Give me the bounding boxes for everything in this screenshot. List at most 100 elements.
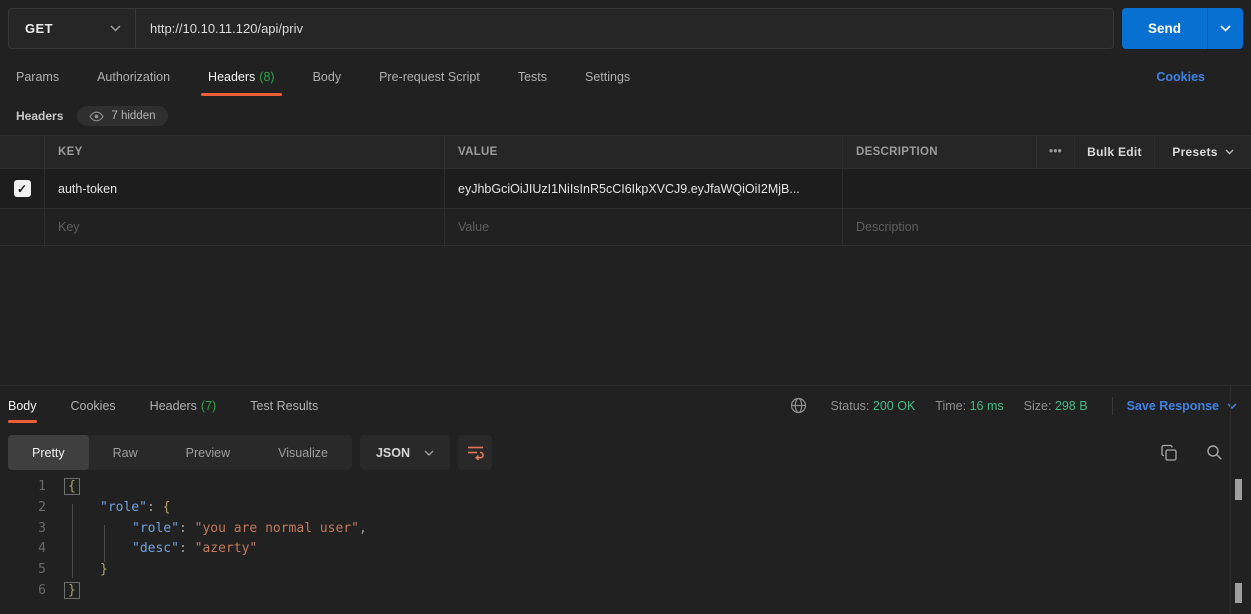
- column-value: VALUE: [445, 136, 843, 168]
- row-checkbox-cell: [0, 169, 45, 208]
- wrap-lines-icon: [467, 445, 484, 460]
- tab-headers[interactable]: Headers (8): [208, 70, 275, 84]
- copy-icon[interactable]: [1160, 444, 1178, 462]
- view-mode-switcher: Pretty Raw Preview Visualize: [8, 435, 352, 470]
- code-line: 4 "desc": "azerty": [0, 539, 1251, 560]
- method-selector[interactable]: GET: [9, 9, 136, 48]
- chevron-down-icon: [1227, 403, 1237, 409]
- code-line: 1 {: [0, 477, 1251, 498]
- scrollbar-track: [1230, 385, 1231, 614]
- save-response-button[interactable]: Save Response: [1127, 399, 1237, 413]
- status-value: 200 OK: [873, 399, 915, 413]
- chevron-down-icon: [110, 25, 121, 32]
- size-value: 298 B: [1055, 399, 1088, 413]
- view-mode-raw[interactable]: Raw: [89, 435, 162, 470]
- code-line: 2 "role": {: [0, 498, 1251, 519]
- status-badge: Status: 200 OK: [831, 399, 916, 413]
- time-label: Time:: [935, 399, 966, 413]
- scrollbar-thumb[interactable]: [1235, 479, 1242, 500]
- json-string-value: "you are normal user": [195, 521, 359, 536]
- tab-headers-label: Headers: [208, 70, 255, 84]
- json-string-value: "azerty": [195, 541, 258, 556]
- line-number: 6: [0, 581, 46, 602]
- tab-settings[interactable]: Settings: [585, 70, 630, 84]
- response-body-json[interactable]: 1 { 2 "role": { 3 "role": "you are norma…: [0, 470, 1251, 609]
- hidden-headers-toggle[interactable]: 7 hidden: [77, 106, 167, 126]
- fold-toggle[interactable]: {: [64, 478, 80, 495]
- header-checkbox-cell: [0, 136, 45, 168]
- view-mode-pretty[interactable]: Pretty: [8, 435, 89, 470]
- response-tab-test-results[interactable]: Test Results: [250, 399, 318, 413]
- presets-label: Presets: [1172, 145, 1217, 159]
- table-header-row: KEY VALUE DESCRIPTION ••• Bulk Edit Pres…: [0, 136, 1251, 169]
- tab-prerequest-script[interactable]: Pre-request Script: [379, 70, 480, 84]
- headers-section-title: Headers: [16, 109, 63, 123]
- scrollbar-thumb[interactable]: [1235, 583, 1242, 603]
- send-button[interactable]: Send: [1122, 8, 1207, 49]
- row-value[interactable]: eyJhbGciOiJIUzI1NiIsInR5cCI6IkpXVCJ9.eyJ…: [445, 169, 843, 208]
- fold-toggle[interactable]: }: [64, 582, 80, 599]
- column-description: DESCRIPTION: [843, 136, 1037, 168]
- send-button-group: Send: [1122, 8, 1243, 49]
- json-key: "role": [100, 500, 147, 515]
- url-bar: GET: [8, 8, 1114, 49]
- code-line: 6 }: [0, 581, 1251, 602]
- cookies-link[interactable]: Cookies: [1156, 70, 1205, 84]
- code-line: 3 "role": "you are normal user",: [0, 519, 1251, 540]
- table-row-empty: Key Value Description: [0, 209, 1251, 246]
- size-badge: Size: 298 B: [1024, 399, 1088, 413]
- hidden-headers-label: 7 hidden: [111, 110, 155, 122]
- status-label: Status:: [831, 399, 870, 413]
- response-tab-cookies[interactable]: Cookies: [71, 399, 116, 413]
- chevron-down-icon: [424, 450, 434, 456]
- chevron-down-icon: [1220, 25, 1231, 32]
- json-key: "desc": [132, 541, 179, 556]
- response-status-bar: Status: 200 OK Time: 16 ms Size: 298 B S…: [790, 397, 1244, 415]
- line-number: 4: [0, 539, 46, 560]
- tab-tests[interactable]: Tests: [518, 70, 547, 84]
- search-icon[interactable]: [1206, 444, 1223, 461]
- response-tabs: Body Cookies Headers (7) Test Results Sta…: [0, 386, 1251, 425]
- value-placeholder[interactable]: Value: [445, 209, 843, 245]
- response-toolbar: Pretty Raw Preview Visualize JSON: [0, 435, 1251, 470]
- line-number: 3: [0, 519, 46, 540]
- headers-table: KEY VALUE DESCRIPTION ••• Bulk Edit Pres…: [0, 135, 1251, 246]
- size-label: Size:: [1024, 399, 1052, 413]
- tab-body[interactable]: Body: [313, 70, 342, 84]
- line-number: 5: [0, 560, 46, 581]
- column-key: KEY: [45, 136, 445, 168]
- response-tab-headers-label: Headers: [150, 399, 197, 413]
- table-row: auth-token eyJhbGciOiJIUzI1NiIsInR5cCI6I…: [0, 169, 1251, 209]
- format-dropdown[interactable]: JSON: [360, 435, 450, 470]
- tab-authorization[interactable]: Authorization: [97, 70, 170, 84]
- json-key: "role": [132, 521, 179, 536]
- wrap-lines-button[interactable]: [458, 435, 492, 470]
- response-tab-body[interactable]: Body: [8, 399, 37, 413]
- tab-params[interactable]: Params: [16, 70, 59, 84]
- chevron-down-icon: [1225, 149, 1234, 155]
- code-line: 5 }: [0, 560, 1251, 581]
- time-badge: Time: 16 ms: [935, 399, 1003, 413]
- indent-guide: [104, 525, 105, 562]
- row-key[interactable]: auth-token: [45, 169, 445, 208]
- response-tab-headers-count: (7): [201, 399, 216, 413]
- bulk-edit-button[interactable]: Bulk Edit: [1075, 136, 1155, 168]
- view-mode-visualize[interactable]: Visualize: [254, 435, 352, 470]
- line-number: 2: [0, 498, 46, 519]
- row-checkbox-checked[interactable]: [14, 180, 31, 197]
- eye-icon: [89, 111, 104, 122]
- key-placeholder[interactable]: Key: [45, 209, 445, 245]
- globe-icon[interactable]: [790, 397, 807, 414]
- send-options-button[interactable]: [1207, 8, 1243, 49]
- presets-dropdown[interactable]: Presets: [1155, 136, 1251, 168]
- headers-meta-row: Headers 7 hidden: [0, 97, 1251, 135]
- row-description[interactable]: [843, 169, 1251, 208]
- more-options-icon[interactable]: •••: [1037, 136, 1075, 168]
- response-tab-headers[interactable]: Headers (7): [150, 399, 217, 413]
- url-input[interactable]: [136, 9, 1113, 48]
- description-placeholder[interactable]: Description: [843, 209, 1251, 245]
- view-mode-preview[interactable]: Preview: [162, 435, 254, 470]
- tab-headers-count: (8): [259, 70, 274, 84]
- divider: [1112, 397, 1113, 415]
- empty-checkbox-cell: [0, 209, 45, 245]
